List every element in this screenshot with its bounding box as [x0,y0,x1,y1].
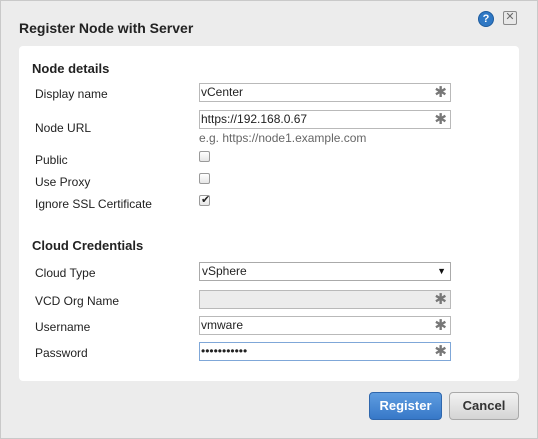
username-field[interactable]: vmware ✱ [199,316,451,335]
cloud-type-value: vSphere [202,264,247,278]
required-icon: ✱ [434,317,447,334]
display-name-label: Display name [35,87,108,101]
ignore-ssl-checkbox[interactable]: ✔ [199,194,211,206]
use-proxy-label: Use Proxy [35,175,91,189]
required-icon: ✱ [434,343,447,360]
password-field[interactable]: ••••••••••• ✱ [199,342,451,361]
use-proxy-checkbox[interactable] [199,173,210,184]
register-node-dialog: Register Node with Server ? ✕ Node detai… [0,0,538,439]
section-cloud-credentials: Cloud Credentials [32,238,144,253]
required-icon: ✱ [434,291,447,308]
password-label: Password [35,346,88,360]
required-icon: ✱ [434,111,447,128]
ignore-ssl-label: Ignore SSL Certificate [35,197,152,211]
node-url-label: Node URL [35,121,92,135]
node-url-hint: e.g. https://node1.example.com [199,131,367,145]
help-icon[interactable]: ? [478,11,494,27]
dialog-title: Register Node with Server [19,20,194,36]
form-panel: Node details Display name vCenter ✱ Node… [19,46,519,381]
dropdown-arrow-icon: ▼ [437,266,446,276]
vcd-org-name-label: VCD Org Name [35,294,120,308]
check-icon: ✔ [201,194,211,206]
required-icon: ✱ [434,84,447,101]
cancel-button[interactable]: Cancel [449,392,519,420]
password-value: ••••••••••• [201,344,248,358]
display-name-field[interactable]: vCenter ✱ [199,83,451,102]
cloud-type-select[interactable]: vSphere ▼ [199,262,451,281]
close-icon[interactable]: ✕ [503,11,517,25]
dialog-titlebar: Register Node with Server ? ✕ [1,1,537,45]
public-checkbox[interactable] [199,151,210,162]
node-url-value: https://192.168.0.67 [201,112,308,126]
section-node-details: Node details [32,61,110,76]
cloud-type-label: Cloud Type [35,266,96,280]
register-button[interactable]: Register [369,392,442,420]
username-label: Username [35,320,91,334]
vcd-org-name-field[interactable]: ✱ [199,290,451,309]
display-name-value: vCenter [201,85,244,99]
node-url-field[interactable]: https://192.168.0.67 ✱ [199,110,451,129]
public-label: Public [35,153,68,167]
username-value: vmware [201,318,244,332]
